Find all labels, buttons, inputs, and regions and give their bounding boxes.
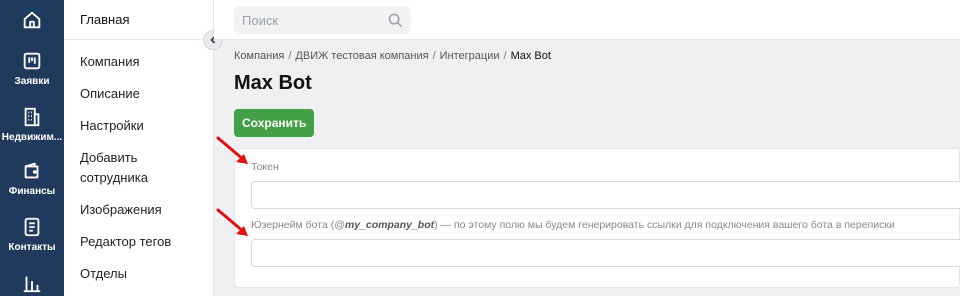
breadcrumb: Компания / ДВИЖ тестовая компания / Инте… [234, 50, 960, 62]
sidebar-item-settings[interactable]: Настройки [64, 116, 213, 136]
page-title: Max Bot [234, 72, 312, 94]
top-bar [214, 0, 960, 40]
bot-username-field[interactable] [251, 239, 960, 267]
breadcrumb-item-current: Max Bot [510, 50, 551, 62]
rail-item-analytics[interactable] [0, 272, 64, 294]
token-label: Токен [251, 161, 279, 173]
main-content: Компания / ДВИЖ тестовая компания / Инте… [234, 40, 960, 288]
bot-username-label-suffix: ) — по этому полю мы будем генерировать … [434, 219, 895, 231]
wallet-icon [24, 162, 39, 179]
home-icon [23, 11, 41, 29]
rail-item-realty[interactable]: Недвижим... [0, 106, 64, 143]
breadcrumb-item-company[interactable]: Компания [234, 50, 284, 62]
rail-item-home[interactable] [0, 9, 64, 31]
breadcrumb-item-company-name[interactable]: ДВИЖ тестовая компания [295, 50, 428, 62]
rail-item-requests[interactable]: Заявки [0, 50, 64, 87]
breadcrumb-separator: / [503, 50, 507, 62]
search-box [234, 6, 411, 34]
rail-label-contacts: Контакты [8, 242, 56, 253]
sidebar-item-tag-editor[interactable]: Редактор тегов [64, 232, 213, 252]
sidebar-item-description[interactable]: Описание [64, 84, 213, 104]
rail-item-contacts[interactable]: Контакты [0, 216, 64, 253]
search-icon[interactable] [388, 13, 403, 28]
breadcrumb-item-integrations[interactable]: Интеграции [440, 50, 500, 62]
board-icon [23, 52, 41, 70]
sidebar-list: Компания Описание Настройки Добавить сот… [64, 40, 213, 284]
chart-icon [23, 276, 41, 293]
token-field[interactable] [251, 181, 960, 209]
rail-label-realty: Недвижим... [1, 132, 63, 143]
sidebar-item-images[interactable]: Изображения [64, 200, 213, 220]
bot-username-example: my_company_bot [344, 219, 435, 231]
breadcrumb-separator: / [432, 50, 436, 62]
contacts-icon [24, 217, 40, 237]
sidebar-item-departments[interactable]: Отделы [64, 264, 213, 284]
save-button[interactable]: Сохранить [234, 109, 315, 137]
breadcrumb-separator: / [288, 50, 292, 62]
icon-rail: Заявки Недвижим... Финансы Контакты [0, 0, 64, 296]
sidebar-heading[interactable]: Главная [64, 0, 213, 40]
rail-label-finance: Финансы [8, 186, 56, 197]
sidebar-item-add-employee[interactable]: Добавить сотрудника [64, 148, 213, 188]
building-icon [24, 107, 40, 127]
rail-label-requests: Заявки [14, 76, 50, 87]
bot-username-label-prefix: Юзернейм бота (@ [251, 219, 345, 231]
search-input[interactable] [242, 12, 382, 28]
bot-username-label: Юзернейм бота (@my_company_bot) — по это… [251, 219, 895, 231]
integration-form-card: Токен Юзернейм бота (@my_company_bot) — … [234, 148, 960, 288]
annotation-arrow-icon [216, 136, 248, 164]
settings-sidebar: Главная Компания Описание Настройки Доба… [64, 0, 214, 296]
annotation-arrow-icon [216, 208, 248, 236]
rail-item-finance[interactable]: Финансы [0, 160, 64, 197]
sidebar-item-company[interactable]: Компания [64, 52, 213, 72]
